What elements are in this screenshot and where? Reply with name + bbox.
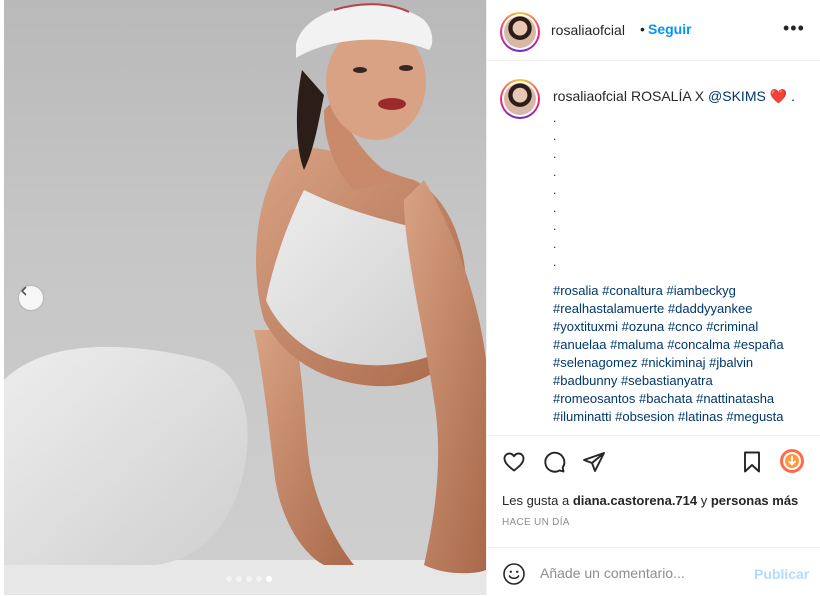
share-button[interactable] [582, 450, 606, 479]
emoji-button[interactable] [502, 562, 526, 591]
hashtag-line[interactable]: #anuelaa #maluma #concalma #españa [553, 336, 815, 354]
caption-dot-line: . [553, 219, 557, 233]
comment-bar: Publicar [487, 547, 820, 596]
caption-dot-line: . [553, 183, 557, 197]
caption-dot-lines: . . . . . . . . . [553, 109, 556, 271]
heart-outline-icon [503, 452, 525, 472]
likes-prefix: Les gusta a [502, 493, 573, 508]
post-side-panel: rosaliaofcial • Seguir ••• rosaliaofcial… [486, 0, 820, 595]
post-photo[interactable] [4, 0, 486, 595]
carousel-dot-active [266, 576, 272, 582]
caption-dot-line: . [553, 201, 557, 215]
likes-others[interactable]: personas más [711, 493, 798, 508]
comment-bubble-icon [544, 451, 566, 473]
caption-dot-line: . [553, 165, 557, 179]
caption-dot-line: . [553, 111, 557, 125]
caption-text-before: ROSALÍA X [631, 88, 709, 104]
caption-area[interactable]: rosaliaofcial ROSALÍA X @SKIMS ❤️ . . . … [487, 61, 820, 435]
hashtag-line[interactable]: #realhastalamuerte #daddyyankee [553, 300, 815, 318]
download-extension-button[interactable] [779, 448, 805, 479]
caption-dot-line: . [553, 147, 557, 161]
likes-middle: y [697, 493, 711, 508]
hashtag-line[interactable]: #selenagomez #nickiminaj #jbalvin [553, 354, 815, 372]
save-button[interactable] [740, 450, 764, 479]
comment-input[interactable] [540, 565, 740, 581]
caption-hashtags: #rosalia #conaltura #iambeckyg #realhast… [553, 282, 815, 426]
hashtag-line[interactable]: #badbunny #sebastianyatra [553, 372, 815, 390]
carousel-dot [256, 576, 262, 582]
instagram-post-modal: rosaliaofcial • Seguir ••• rosaliaofcial… [0, 0, 820, 595]
carousel-dots [226, 576, 272, 582]
carousel-dot [236, 576, 242, 582]
caption-dot-line: . [553, 255, 557, 269]
more-options-icon[interactable]: ••• [783, 18, 805, 39]
caption-text-after: . [787, 88, 795, 104]
header-separator: • [640, 21, 645, 37]
hashtag-line[interactable]: #rosalia #conaltura #iambeckyg [553, 282, 815, 300]
caption-dot-line: . [553, 129, 557, 143]
caption-mention[interactable]: @SKIMS [708, 88, 766, 104]
follow-button[interactable]: Seguir [648, 21, 692, 37]
hashtag-line[interactable]: #romeosantos #bachata #nattinatasha [553, 390, 815, 408]
caption-avatar[interactable] [500, 79, 540, 119]
likes-text: Les gusta a diana.castorena.714 y person… [502, 493, 798, 508]
paper-plane-icon [583, 452, 605, 472]
hashtag-line[interactable]: #iluminatti #obsesion #latinas #megusta [553, 408, 815, 426]
action-bar [487, 435, 820, 486]
carousel-dot [226, 576, 232, 582]
smiley-icon [503, 563, 525, 585]
likes-user[interactable]: diana.castorena.714 [573, 493, 697, 508]
like-button[interactable] [502, 450, 526, 479]
caption-username[interactable]: rosaliaofcial [553, 88, 627, 104]
carousel-dot [246, 576, 252, 582]
previous-photo-button[interactable] [19, 286, 43, 310]
caption-dot-line: . [553, 237, 557, 251]
download-circle-icon [780, 449, 804, 473]
bookmark-icon [744, 451, 760, 473]
header-avatar[interactable] [500, 12, 540, 52]
caption-text: ROSALÍA X @SKIMS ❤️ . [631, 88, 795, 105]
heart-emoji: ❤️ [769, 88, 788, 104]
hashtag-line[interactable]: #yoxtituxmi #ozuna #cnco #criminal [553, 318, 815, 336]
comment-button[interactable] [542, 450, 566, 479]
post-header: rosaliaofcial • Seguir ••• [487, 0, 820, 61]
post-timestamp[interactable]: HACE UN DÍA [502, 517, 570, 528]
publish-button[interactable]: Publicar [754, 566, 809, 582]
post-photo-illustration [4, 3, 486, 595]
header-username[interactable]: rosaliaofcial [551, 22, 625, 38]
chevron-left-icon [21, 286, 27, 296]
